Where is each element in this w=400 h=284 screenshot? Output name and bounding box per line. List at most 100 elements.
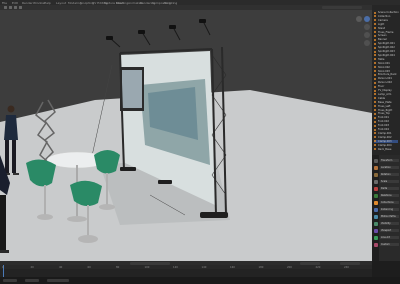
outliner-row[interactable]: Light bbox=[374, 23, 398, 26]
outliner-row[interactable]: Truss_Left bbox=[374, 105, 398, 108]
outliner-row[interactable]: Brochure_Rack bbox=[374, 73, 398, 76]
tool-icon[interactable] bbox=[373, 159, 378, 163]
outliner-row[interactable]: Stool.001 bbox=[374, 62, 398, 65]
outliner-row[interactable]: Camera bbox=[374, 19, 398, 22]
outliner-row[interactable]: Person.002 bbox=[374, 81, 398, 84]
spotlight-arms bbox=[109, 20, 211, 48]
menu-item-help[interactable]: Help bbox=[44, 1, 51, 5]
object-type-icon bbox=[374, 93, 376, 96]
property-label: Collections bbox=[381, 201, 394, 204]
object-type-icon bbox=[374, 120, 376, 123]
object-type-icon bbox=[374, 27, 376, 30]
timeline-panel[interactable]: 0 20 40 60 80 100 120 140 160 180 200 220 240 bbox=[0, 261, 372, 277]
constraints-icon[interactable] bbox=[373, 229, 378, 233]
outliner-row[interactable]: Banner bbox=[374, 38, 398, 41]
material-icon[interactable] bbox=[373, 243, 378, 247]
view-layer-icon[interactable] bbox=[373, 180, 378, 184]
outliner-row[interactable]: Floor bbox=[374, 85, 398, 88]
frame-label: 120 bbox=[173, 265, 178, 269]
property-row[interactable]: Delta bbox=[380, 187, 399, 190]
property-row[interactable]: Relations bbox=[380, 194, 399, 197]
outliner-row[interactable]: Stool.002 bbox=[374, 66, 398, 69]
outliner-row-label: Collection bbox=[378, 14, 391, 18]
menu-item-scripting[interactable]: Scripting bbox=[164, 1, 177, 5]
object-type-icon bbox=[374, 116, 376, 119]
frame-label: 240 bbox=[344, 265, 349, 269]
outliner-row-label: Spotlight.003 bbox=[378, 50, 395, 53]
3d-viewport[interactable] bbox=[0, 5, 372, 261]
outliner-row[interactable]: Foot.002 bbox=[374, 120, 398, 123]
property-label: Line Art bbox=[381, 236, 390, 239]
outliner-row[interactable]: Spotlight.003 bbox=[374, 50, 398, 53]
properties-tabs[interactable] bbox=[372, 155, 379, 261]
object-properties-icon[interactable] bbox=[373, 201, 378, 205]
outliner-row[interactable]: Foot.003 bbox=[374, 124, 398, 127]
outliner-row-label: Screen bbox=[378, 34, 387, 38]
scene-render bbox=[0, 19, 372, 261]
property-row[interactable]: Transform bbox=[380, 159, 399, 162]
particles-icon[interactable] bbox=[373, 215, 378, 219]
property-row[interactable]: Visibility bbox=[380, 222, 399, 225]
property-row[interactable]: Location bbox=[380, 166, 399, 169]
frame-label: 180 bbox=[258, 265, 264, 269]
outliner-row[interactable]: TV_Display bbox=[374, 89, 398, 92]
outliner-row[interactable]: Foot.001 bbox=[374, 116, 398, 119]
outliner-row-label: Clamp.003 bbox=[378, 139, 392, 143]
menu-item-layout[interactable]: Layout bbox=[56, 1, 66, 5]
outliner-row[interactable]: Person.001 bbox=[374, 77, 398, 80]
outliner-row[interactable]: Truss_Top bbox=[374, 112, 398, 115]
property-row[interactable]: Viewport bbox=[380, 229, 399, 232]
outliner-row[interactable]: Collection bbox=[374, 15, 398, 18]
outliner-row[interactable]: Rack_Base bbox=[374, 148, 398, 151]
outliner-row-label: Foot.001 bbox=[378, 116, 389, 120]
outliner-row-label: Clamp.004 bbox=[378, 143, 392, 147]
property-row[interactable]: Instancing bbox=[380, 208, 399, 211]
outliner-row[interactable]: Foot.004 bbox=[374, 128, 398, 131]
physics-icon[interactable] bbox=[373, 222, 378, 226]
frame-label: 0 bbox=[2, 265, 4, 269]
property-row[interactable]: Motion Paths bbox=[380, 215, 399, 218]
property-row[interactable]: Line Art bbox=[380, 236, 399, 239]
properties-panel[interactable]: Transform Location Rotation Scale Delta Relat… bbox=[379, 155, 400, 261]
outliner-row[interactable]: Spotlight.001 bbox=[374, 42, 398, 45]
object-type-icon bbox=[374, 42, 376, 45]
property-row[interactable]: Scale bbox=[380, 180, 399, 183]
outliner-row[interactable]: Spotlight.002 bbox=[374, 46, 398, 49]
world-icon[interactable] bbox=[373, 194, 378, 198]
outliner-row[interactable]: Clamp.001 bbox=[374, 132, 398, 135]
modifier-icon[interactable] bbox=[373, 208, 378, 212]
object-type-icon bbox=[374, 66, 376, 69]
outliner-row[interactable]: Screen bbox=[374, 34, 398, 37]
outliner-row-label: TV_Display bbox=[378, 89, 392, 92]
outliner-row[interactable]: Scene Collection bbox=[374, 11, 399, 14]
property-label: Custom bbox=[381, 243, 390, 246]
object-type-icon bbox=[374, 46, 376, 49]
property-row[interactable]: Custom bbox=[380, 243, 399, 246]
object-type-icon bbox=[374, 136, 376, 139]
menu-item-render[interactable]: Render bbox=[22, 1, 33, 5]
outliner-row-label: Truss_Top bbox=[378, 112, 390, 116]
property-row[interactable]: Collections bbox=[380, 201, 399, 204]
object-type-icon bbox=[374, 38, 376, 41]
outliner-row[interactable]: Clamp.002 bbox=[374, 136, 398, 139]
outliner-panel[interactable]: Scene Collection Collection Camera Light Sta… bbox=[372, 5, 400, 155]
menu-item-shading[interactable]: Shading bbox=[116, 1, 128, 5]
data-icon[interactable] bbox=[373, 236, 378, 240]
render-icon[interactable] bbox=[373, 166, 378, 170]
outliner-row[interactable]: Stand bbox=[374, 27, 398, 30]
property-row[interactable]: Rotation bbox=[380, 173, 399, 176]
outliner-row[interactable]: Cable bbox=[374, 97, 398, 100]
outliner-row[interactable]: Clamp.004 bbox=[374, 144, 398, 147]
menu-item-file[interactable]: File bbox=[2, 1, 7, 5]
object-type-icon bbox=[374, 101, 376, 104]
outliner-row[interactable]: Base_Plate bbox=[374, 101, 398, 104]
outliner-row[interactable]: Clamp.003 bbox=[374, 139, 398, 143]
output-icon[interactable] bbox=[373, 173, 378, 177]
object-type-icon bbox=[374, 58, 376, 61]
outliner-row[interactable]: Spotlight.004 bbox=[374, 54, 398, 57]
outliner-row[interactable]: Table bbox=[374, 58, 398, 61]
outliner-row[interactable]: Lamp_Arm bbox=[374, 93, 398, 96]
object-type-icon bbox=[374, 105, 376, 108]
menu-item-edit[interactable]: Edit bbox=[12, 1, 18, 5]
scene-icon[interactable] bbox=[373, 187, 378, 191]
